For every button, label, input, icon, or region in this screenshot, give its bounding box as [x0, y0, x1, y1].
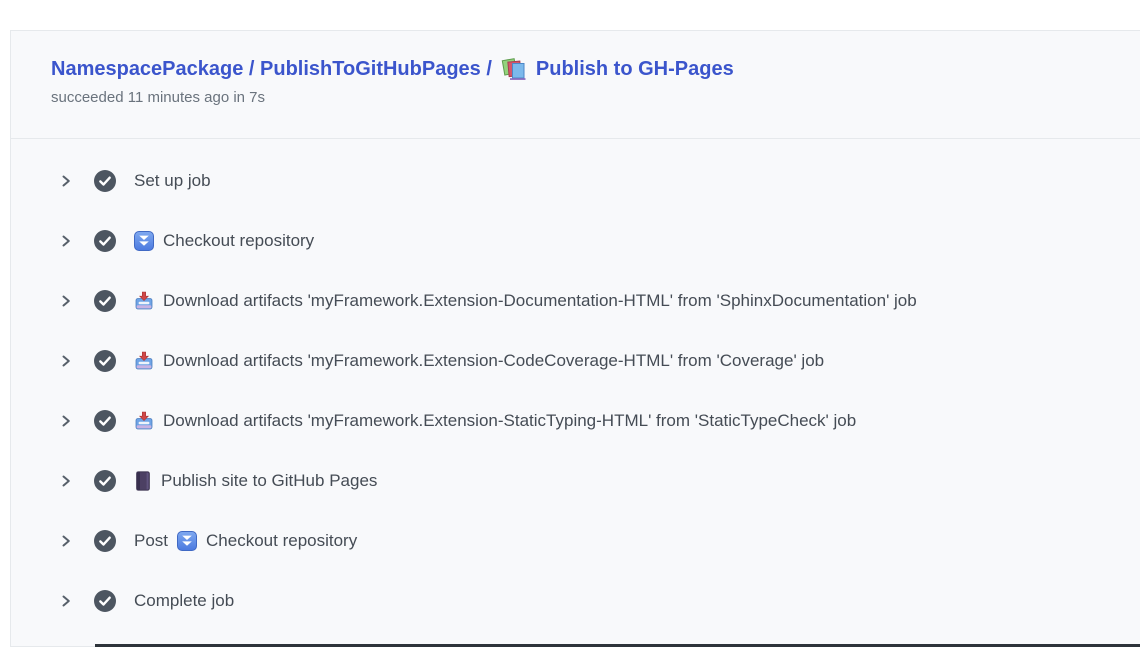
check-circle-icon	[94, 230, 116, 252]
chevron-right-icon[interactable]	[59, 534, 73, 548]
step-label: Download artifacts 'myFramework.Extensio…	[134, 411, 856, 431]
step-text: Post	[134, 531, 168, 551]
step-row[interactable]: Publish site to GitHub Pages	[11, 451, 1140, 511]
step-row[interactable]: Complete job	[11, 571, 1140, 631]
chevron-right-icon[interactable]	[59, 234, 73, 248]
chevron-right-icon[interactable]	[59, 474, 73, 488]
step-label: Post Checkout repository	[134, 531, 357, 551]
job-title[interactable]: Publish to GH-Pages	[536, 55, 734, 83]
step-text: Set up job	[134, 171, 211, 191]
chevron-right-icon[interactable]	[59, 414, 73, 428]
step-text: Checkout repository	[206, 531, 357, 551]
breadcrumb[interactable]: NamespacePackage / PublishToGitHubPages …	[51, 55, 492, 83]
step-text: Complete job	[134, 591, 234, 611]
check-circle-icon	[94, 350, 116, 372]
books-icon	[501, 57, 527, 81]
job-title-line[interactable]: NamespacePackage / PublishToGitHubPages …	[51, 55, 1100, 83]
step-label: Set up job	[134, 171, 211, 191]
step-text: Download artifacts 'myFramework.Extensio…	[163, 411, 856, 431]
chevron-right-icon[interactable]	[59, 294, 73, 308]
fast-down-icon	[134, 231, 154, 251]
notebook-icon	[134, 471, 152, 491]
step-text: Download artifacts 'myFramework.Extensio…	[163, 351, 824, 371]
check-circle-icon	[94, 590, 116, 612]
step-label: Download artifacts 'myFramework.Extensio…	[134, 291, 917, 311]
step-text: Publish site to GitHub Pages	[161, 471, 377, 491]
job-status-line: succeeded 11 minutes ago in 7s	[51, 88, 1100, 108]
inbox-tray-icon	[134, 411, 154, 431]
chevron-right-icon[interactable]	[59, 174, 73, 188]
inbox-tray-icon	[134, 351, 154, 371]
check-circle-icon	[94, 470, 116, 492]
check-circle-icon	[94, 170, 116, 192]
job-run-card: NamespacePackage / PublishToGitHubPages …	[10, 30, 1140, 647]
step-label: Publish site to GitHub Pages	[134, 471, 377, 491]
step-label: Checkout repository	[134, 231, 314, 251]
chevron-right-icon[interactable]	[59, 354, 73, 368]
check-circle-icon	[94, 530, 116, 552]
chevron-right-icon[interactable]	[59, 594, 73, 608]
check-circle-icon	[94, 290, 116, 312]
fast-down-icon	[177, 531, 197, 551]
step-row[interactable]: Download artifacts 'myFramework.Extensio…	[11, 271, 1140, 331]
step-label: Complete job	[134, 591, 234, 611]
check-circle-icon	[94, 410, 116, 432]
job-header: NamespacePackage / PublishToGitHubPages …	[11, 31, 1140, 139]
step-row[interactable]: Download artifacts 'myFramework.Extensio…	[11, 391, 1140, 451]
inbox-tray-icon	[134, 291, 154, 311]
steps-list: Set up job Checkout repository Download ar…	[11, 139, 1140, 631]
step-text: Checkout repository	[163, 231, 314, 251]
step-row[interactable]: Checkout repository	[11, 211, 1140, 271]
step-label: Download artifacts 'myFramework.Extensio…	[134, 351, 824, 371]
step-row[interactable]: Download artifacts 'myFramework.Extensio…	[11, 331, 1140, 391]
step-row[interactable]: Set up job	[11, 151, 1140, 211]
step-text: Download artifacts 'myFramework.Extensio…	[163, 291, 917, 311]
step-row[interactable]: Post Checkout repository	[11, 511, 1140, 571]
